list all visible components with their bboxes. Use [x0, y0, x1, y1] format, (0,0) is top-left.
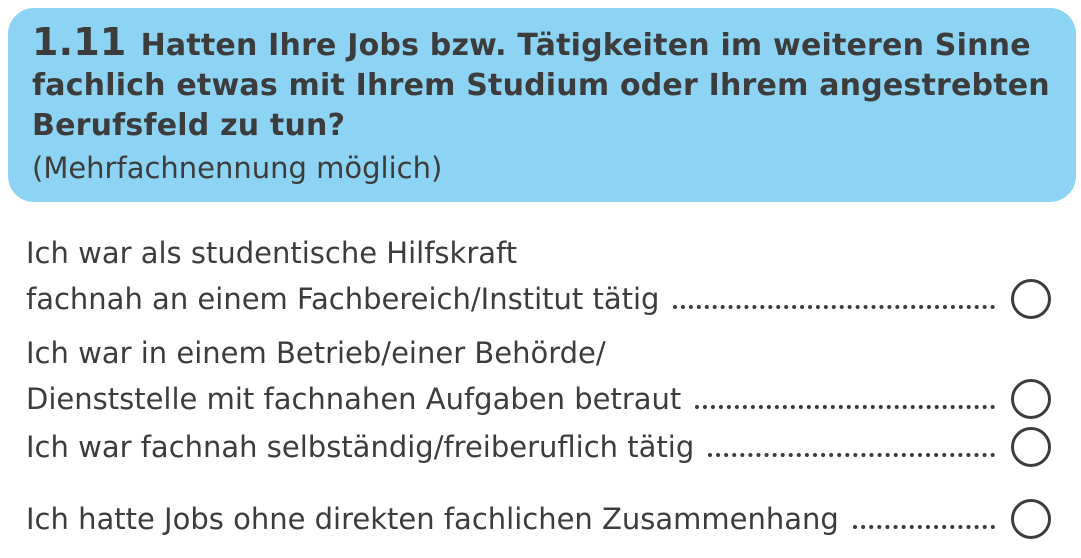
option-label-line1: Ich war in einem Betrieb/einer Behörde/ — [26, 336, 606, 370]
option-self-employed: Ich war fachnah selbständig/freiberuflic… — [26, 424, 1051, 470]
option-label-line1: Ich war als studentische Hilfskraft — [26, 236, 518, 270]
option-student-assistant: Ich war als studentische Hilfskraft fach… — [26, 230, 1051, 322]
dot-leader — [852, 525, 995, 529]
option-label: Ich hatte Jobs ohne direkten fachlichen … — [26, 502, 839, 536]
option-label-line2: Dienststelle mit fachnahen Aufgaben betr… — [26, 382, 682, 416]
question-text: Hatten Ihre Jobs bzw. Tätigkeiten im wei… — [32, 28, 1050, 143]
option-label: Ich war fachnah selbständig/freiberuflic… — [26, 430, 695, 464]
option-label-line2: fachnah an einem Fachbereich/Institut tä… — [26, 282, 660, 316]
question-title: 1.11 Hatten Ihre Jobs bzw. Tätigkeiten im… — [32, 22, 1056, 146]
dot-leader — [695, 405, 995, 409]
dot-leader — [673, 305, 995, 309]
dot-leader — [708, 453, 995, 457]
option-radio-self-employed[interactable] — [1011, 427, 1051, 467]
question-number: 1.11 — [32, 20, 127, 64]
question-note: (Mehrfachnennung möglich) — [32, 151, 443, 185]
option-radio-company-authority[interactable] — [1011, 379, 1051, 419]
option-radio-student-assistant[interactable] — [1011, 279, 1051, 319]
question-header: 1.11 Hatten Ihre Jobs bzw. Tätigkeiten im… — [8, 8, 1076, 202]
option-unrelated-jobs: Ich hatte Jobs ohne direkten fachlichen … — [26, 496, 1051, 542]
option-radio-unrelated-jobs[interactable] — [1011, 499, 1051, 539]
option-company-authority: Ich war in einem Betrieb/einer Behörde/ … — [26, 330, 1051, 422]
